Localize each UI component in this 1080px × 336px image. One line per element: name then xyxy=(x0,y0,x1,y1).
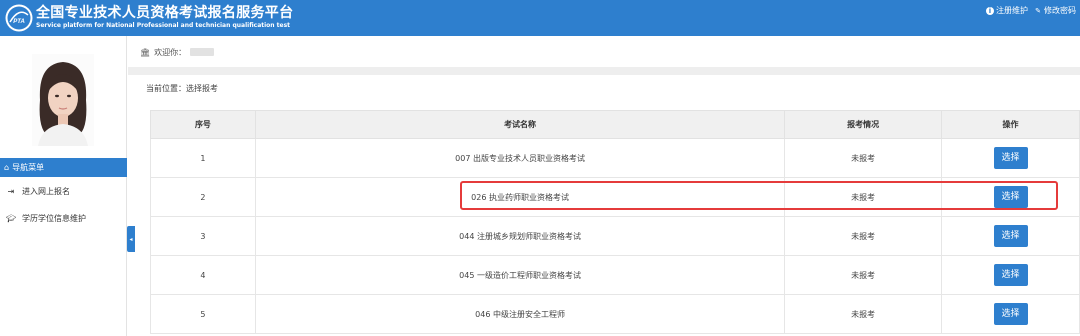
home-icon: ⌂ xyxy=(4,163,10,172)
nav-menu-header: ⌂ 导航菜单 xyxy=(0,158,127,177)
cell-status: 未报考 xyxy=(784,255,943,295)
select-button[interactable]: 选择 xyxy=(993,147,1028,169)
nav-menu-title: 导航菜单 xyxy=(12,163,45,172)
cell-no: 2 xyxy=(150,177,256,217)
platform-logo: PTA xyxy=(5,4,33,32)
exam-table-container: 序号 考试名称 报考情况 操作 1 007 出版专业技术人员职业资格考试 未报考… xyxy=(150,110,1080,336)
bank-icon: 🏛︎ xyxy=(140,47,151,57)
sidebar-item-label: 进入网上报名 xyxy=(22,186,70,196)
welcome-label: 欢迎你： xyxy=(154,47,187,57)
col-header-status: 报考情况 xyxy=(784,110,943,139)
select-button[interactable]: 选择 xyxy=(993,186,1028,208)
table-row: 1 007 出版专业技术人员职业资格考试 未报考 选择 xyxy=(150,138,1080,178)
edit-icon: ✎ xyxy=(1035,6,1041,15)
platform-title: 全国专业技术人员资格考试报名服务平台 xyxy=(36,5,294,21)
exam-table: 序号 考试名称 报考情况 操作 1 007 出版专业技术人员职业资格考试 未报考… xyxy=(150,110,1080,334)
table-row: 4 045 一级造价工程师职业资格考试 未报考 选择 xyxy=(150,255,1080,295)
sidebar-collapse-toggle[interactable]: ◂ xyxy=(127,226,135,252)
cell-action: 选择 xyxy=(941,216,1080,256)
change-password-label: 修改密码 xyxy=(1044,6,1076,15)
cell-status: 未报考 xyxy=(784,138,943,178)
cell-action: 选择 xyxy=(941,294,1080,334)
cell-no: 5 xyxy=(150,294,256,334)
cell-exam-name: 026 执业药师职业资格考试 xyxy=(254,177,786,217)
platform-subtitle: Service platform for National Profession… xyxy=(36,22,291,29)
cell-status: 未报考 xyxy=(784,294,943,334)
divider-band xyxy=(128,67,1080,75)
cell-no: 3 xyxy=(150,216,256,256)
welcome-username-redacted xyxy=(190,48,215,56)
sign-in-icon: ⇥ xyxy=(7,186,15,196)
user-avatar xyxy=(32,54,94,146)
cell-no: 4 xyxy=(150,255,256,295)
select-button[interactable]: 选择 xyxy=(993,303,1028,325)
chevron-left-icon: ◂ xyxy=(129,235,133,243)
cell-exam-name: 044 注册城乡规划师职业资格考试 xyxy=(254,216,786,256)
graduation-cap-icon: 🎓︎ xyxy=(6,213,17,223)
svg-text:PTA: PTA xyxy=(13,19,25,25)
cell-exam-name: 007 出版专业技术人员职业资格考试 xyxy=(254,138,786,178)
cell-action: 选择 xyxy=(941,138,1080,178)
sidebar: ⌂ 导航菜单 ⇥ 进入网上报名 🎓︎ 学历学位信息维护 xyxy=(0,36,127,336)
cell-no: 1 xyxy=(150,138,256,178)
select-button[interactable]: 选择 xyxy=(993,225,1028,247)
col-header-no: 序号 xyxy=(150,110,256,139)
cell-exam-name: 045 一级造价工程师职业资格考试 xyxy=(254,255,786,295)
table-row: 3 044 注册城乡规划师职业资格考试 未报考 选择 xyxy=(150,216,1080,256)
cell-action: 选择 xyxy=(941,177,1080,217)
table-row: 5 046 中级注册安全工程师 未报考 选择 xyxy=(150,294,1080,334)
cell-action: 选择 xyxy=(941,255,1080,295)
breadcrumb: 当前位置：选择报考 xyxy=(146,83,218,93)
cell-status: 未报考 xyxy=(784,177,943,217)
top-header: PTA 全国专业技术人员资格考试报名服务平台 Service platform … xyxy=(0,0,1080,36)
sidebar-item-label: 学历学位信息维护 xyxy=(22,213,86,223)
register-maintain-link[interactable]: i 注册维护 xyxy=(986,5,1028,16)
select-button[interactable]: 选择 xyxy=(993,264,1028,286)
welcome-bar: 🏛︎ 欢迎你： xyxy=(140,41,1080,63)
sidebar-item-online-registration[interactable]: ⇥ 进入网上报名 xyxy=(0,181,127,201)
change-password-link[interactable]: ✎ 修改密码 xyxy=(1034,5,1076,16)
col-header-exam-name: 考试名称 xyxy=(254,110,786,139)
col-header-action: 操作 xyxy=(941,110,1080,139)
cell-exam-name: 046 中级注册安全工程师 xyxy=(254,294,786,334)
table-row: 2 026 执业药师职业资格考试 未报考 选择 xyxy=(150,177,1080,217)
table-header-row: 序号 考试名称 报考情况 操作 xyxy=(150,110,1080,139)
info-icon: i xyxy=(986,6,994,15)
register-maintain-label: 注册维护 xyxy=(996,6,1028,15)
sidebar-item-education-info[interactable]: 🎓︎ 学历学位信息维护 xyxy=(0,208,127,228)
header-links: i 注册维护 ✎ 修改密码 xyxy=(986,5,1076,16)
cell-status: 未报考 xyxy=(784,216,943,256)
